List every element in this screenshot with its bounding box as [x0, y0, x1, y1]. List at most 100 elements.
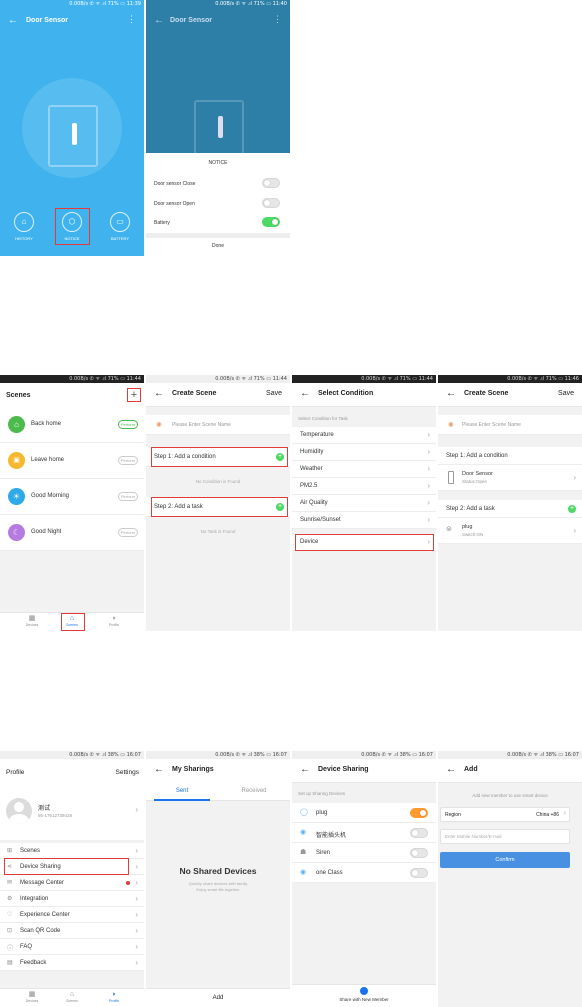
- condition-item-device[interactable]: Device ›: [292, 534, 436, 551]
- no-condition-text: No Condition is Found: [195, 479, 241, 484]
- add-member-screen: 0.00B/s ✆ ᯤ .ıl 38% ▭ 16:07 ← Add Add ne…: [438, 751, 582, 1007]
- menu-experience-center[interactable]: ♡ Experience Center ›: [0, 907, 144, 923]
- menu-device-sharing[interactable]: ⋖ Device Sharing ›: [0, 859, 144, 875]
- notice-label: NOTICE: [64, 236, 80, 241]
- menu-integration[interactable]: ⚙ Integration ›: [0, 891, 144, 907]
- notice-button[interactable]: ⬡: [62, 212, 82, 232]
- back-arrow-icon[interactable]: ←: [154, 764, 164, 775]
- add-scene-button[interactable]: +: [127, 388, 141, 402]
- tab-devices[interactable]: ▦ Devices: [22, 615, 42, 627]
- page-title: Select Condition: [318, 390, 374, 397]
- scene-name-field[interactable]: ✺ Please Enter Scene Name: [146, 415, 290, 435]
- condition-item[interactable]: Sunrise/Sunset ›: [292, 512, 436, 529]
- add-condition-icon[interactable]: +: [276, 453, 284, 461]
- chevron-right-icon: ›: [427, 537, 430, 546]
- bottom-tab-bar: ▦ Devices ⌂ Scenes ◗ Profile: [0, 612, 144, 631]
- chevron-right-icon: ›: [135, 910, 138, 919]
- menu-faq[interactable]: ⓘ FAQ ›: [0, 939, 144, 955]
- scene-row[interactable]: ☀ Good Morning Perform: [0, 479, 144, 515]
- region-selector[interactable]: Region China +86 ›: [440, 807, 570, 822]
- scene-row[interactable]: ▣ Leave home Perform: [0, 443, 144, 479]
- history-button[interactable]: ⌂: [14, 212, 34, 232]
- menu-scenes[interactable]: ⊞ Scenes ›: [0, 843, 144, 859]
- tab-received[interactable]: Received: [218, 788, 290, 794]
- share-toggle[interactable]: [410, 808, 428, 818]
- create-scene-filled-screen: 0.00B/s ✆ ᯤ .ıl 71% ▭ 11:46 ← Create Sce…: [438, 375, 582, 631]
- perform-button[interactable]: Perform: [118, 456, 138, 465]
- condition-item[interactable]: PM2.5 ›: [292, 478, 436, 495]
- scene-row[interactable]: ☾ Good Night Perform: [0, 515, 144, 551]
- back-arrow-icon[interactable]: ←: [154, 388, 164, 399]
- scenes-screen: 0.00B/s ✆ ᯤ .ıl 71% ▭ 11:44 Scenes + ⌂ B…: [0, 375, 144, 631]
- save-button[interactable]: Save: [266, 390, 282, 397]
- door-sensor-icon: [448, 471, 454, 484]
- section-subtitle: Set up Sharing Devices: [298, 791, 346, 796]
- page-title: Door Sensor: [170, 17, 213, 24]
- add-task-icon[interactable]: +: [568, 505, 576, 513]
- share-with-member-button[interactable]: Share with New Member: [292, 984, 436, 1007]
- status-bar: 0.00B/s ✆ ᯤ .ıl 71% ▭ 11:44: [292, 375, 436, 383]
- task-item[interactable]: ⊜ plug Switch:ON ›: [438, 518, 582, 544]
- add-task-row[interactable]: Step 2: Add a task +: [438, 500, 582, 518]
- condition-item[interactable]: Door Sensor Status:Open ›: [438, 465, 582, 491]
- tab-profile[interactable]: ◗ Profile: [104, 991, 124, 1003]
- status-bar: 0.00B/s ✆ ᯤ .ıl 38% ▭ 16:07: [0, 751, 144, 759]
- tab-scenes[interactable]: ⌂ Scenes: [62, 991, 82, 1003]
- add-task-row[interactable]: Step 2: Add a task +: [146, 497, 290, 517]
- page-title: Create Scene: [464, 390, 509, 397]
- page-title: Scenes: [6, 392, 31, 399]
- done-button[interactable]: Done: [146, 243, 290, 249]
- perform-button[interactable]: Perform: [118, 420, 138, 429]
- perform-button[interactable]: Perform: [118, 528, 138, 537]
- back-arrow-icon[interactable]: ←: [446, 388, 456, 399]
- tab-scenes[interactable]: ⌂ Scenes: [62, 615, 82, 627]
- back-arrow-icon[interactable]: ←: [154, 15, 164, 26]
- more-menu-icon[interactable]: ⋮: [273, 14, 282, 25]
- back-arrow-icon[interactable]: ←: [8, 15, 18, 26]
- settings-link[interactable]: Settings: [116, 769, 140, 776]
- condition-item[interactable]: Weather ›: [292, 461, 436, 478]
- create-scene-screen: 0.00B/s ✆ ᯤ .ıl 71% ▭ 11:44 ← Create Sce…: [146, 375, 290, 631]
- more-menu-icon[interactable]: ⋮: [127, 14, 136, 25]
- notice-battery-toggle[interactable]: [262, 217, 280, 227]
- scene-name-field[interactable]: ✺ Please Enter Scene Name: [438, 415, 582, 435]
- back-arrow-icon[interactable]: ←: [300, 388, 310, 399]
- battery-button[interactable]: ▭: [110, 212, 130, 232]
- confirm-button[interactable]: Confirm: [440, 852, 570, 868]
- chevron-right-icon: ›: [135, 942, 138, 951]
- share-toggle[interactable]: [410, 828, 428, 838]
- share-toggle[interactable]: [410, 848, 428, 858]
- device-row: ◉ 智能插头机: [292, 823, 436, 843]
- save-button[interactable]: Save: [558, 390, 574, 397]
- condition-item[interactable]: Air Quality ›: [292, 495, 436, 512]
- chevron-right-icon: ›: [135, 958, 138, 967]
- menu-feedback[interactable]: ▤ Feedback ›: [0, 955, 144, 971]
- user-phone: 86-17612739428: [38, 813, 73, 818]
- scene-label: Leave home: [31, 457, 65, 463]
- tab-profile[interactable]: ◗ Profile: [104, 615, 124, 627]
- condition-item[interactable]: Humidity ›: [292, 444, 436, 461]
- condition-item[interactable]: Temperature ›: [292, 427, 436, 444]
- chevron-right-icon: ›: [427, 447, 430, 456]
- notice-close-label: Door sensor Close: [154, 181, 196, 187]
- add-task-icon[interactable]: +: [276, 503, 284, 511]
- avatar[interactable]: [6, 798, 32, 824]
- notice-battery-label: Battery: [154, 220, 170, 226]
- phone-email-input[interactable]: Enter Mobile Number/E-mail: [440, 829, 570, 844]
- tab-devices[interactable]: ▦ Devices: [22, 991, 42, 1003]
- back-arrow-icon[interactable]: ←: [446, 764, 456, 775]
- menu-message-center[interactable]: ✉ Message Center ›: [0, 875, 144, 891]
- scene-row[interactable]: ⌂ Back home Perform: [0, 407, 144, 443]
- back-arrow-icon[interactable]: ←: [300, 764, 310, 775]
- perform-button[interactable]: Perform: [118, 492, 138, 501]
- add-condition-row[interactable]: Step 1: Add a condition +: [146, 447, 290, 467]
- notice-close-toggle[interactable]: [262, 178, 280, 188]
- add-button[interactable]: Add: [146, 988, 290, 1007]
- menu-scan-qr[interactable]: ⊡ Scan QR Code ›: [0, 923, 144, 939]
- plug-icon: ◯: [300, 809, 308, 816]
- share-toggle[interactable]: [410, 868, 428, 878]
- tab-sent[interactable]: Sent: [146, 788, 218, 794]
- chevron-right-icon: ›: [573, 526, 576, 535]
- integration-icon: ⚙: [7, 896, 13, 902]
- notice-open-toggle[interactable]: [262, 198, 280, 208]
